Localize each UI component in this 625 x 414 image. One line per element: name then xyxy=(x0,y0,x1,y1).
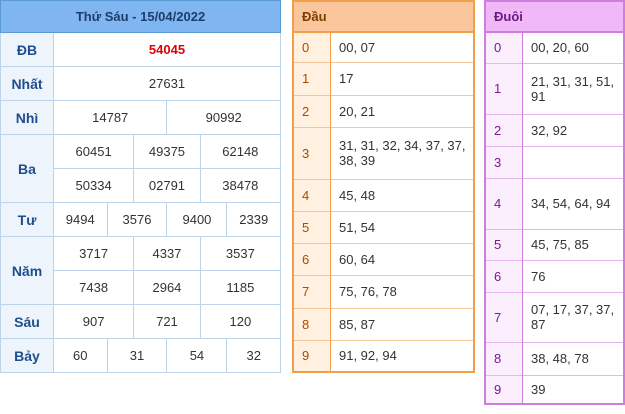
prize-label-nhat: Nhất xyxy=(0,66,54,101)
dau-key: 5 xyxy=(293,210,331,243)
dau-values: 31, 31, 32, 34, 37, 37, 38, 39 xyxy=(330,126,474,179)
prize-bay-value: 60 xyxy=(53,338,108,373)
prize-ba-value: 02791 xyxy=(133,168,201,203)
dau-header: Đầu xyxy=(293,1,474,33)
duoi-key: 5 xyxy=(485,228,523,260)
duoi-values: 07, 17, 37, 37, 87 xyxy=(522,291,624,342)
prize-nam-value: 3717 xyxy=(52,236,135,271)
prize-tu-value: 3576 xyxy=(106,202,168,237)
dau-table: Đầu 0 00, 07 1 17 2 20, 21 3 31, 31, 32, 34,… xyxy=(292,0,475,373)
prize-nam-value: 1185 xyxy=(199,270,282,305)
duoi-key: 2 xyxy=(485,113,523,146)
results-table: Thứ Sáu - 15/04/2022 ĐB 54045 Nhất 27631… xyxy=(0,0,282,373)
prize-bay-value: 32 xyxy=(226,338,281,373)
prize-nam-value: 3537 xyxy=(199,236,282,271)
prize-ba-value: 50334 xyxy=(52,168,135,203)
dau-values: 20, 21 xyxy=(330,94,474,127)
prize-nam-value: 2964 xyxy=(133,270,201,305)
duoi-values: 38, 48, 78 xyxy=(522,341,624,375)
prize-label-nam: Năm xyxy=(0,236,54,305)
duoi-values: 00, 20, 60 xyxy=(522,31,624,63)
duoi-key: 6 xyxy=(485,259,523,292)
dau-values: 60, 64 xyxy=(330,242,474,275)
dau-key: 8 xyxy=(293,307,331,340)
dau-key: 0 xyxy=(293,31,331,62)
duoi-table: Đuôi 0 00, 20, 60 1 21, 31, 31, 51, 91 2 32… xyxy=(484,0,625,405)
prize-sau-value: 120 xyxy=(199,304,282,339)
prize-label-bay: Bảy xyxy=(0,338,54,373)
prize-sau-value: 721 xyxy=(133,304,201,339)
duoi-values: 45, 75, 85 xyxy=(522,228,624,260)
prize-ba-value: 62148 xyxy=(199,134,282,169)
prize-nam-value: 7438 xyxy=(52,270,135,305)
dau-key: 2 xyxy=(293,94,331,127)
dau-key: 3 xyxy=(293,126,331,179)
duoi-values: 34, 54, 64, 94 xyxy=(522,177,624,229)
duoi-key: 9 xyxy=(485,374,523,404)
prize-label-tu: Tư xyxy=(0,202,54,237)
dau-key: 1 xyxy=(293,61,331,95)
duoi-header: Đuôi xyxy=(485,1,624,33)
prize-nhat-value: 27631 xyxy=(53,66,281,101)
duoi-values xyxy=(522,145,624,178)
prize-label-sau: Sáu xyxy=(0,304,54,339)
prize-label-ba: Ba xyxy=(0,134,54,203)
duoi-values: 39 xyxy=(522,374,624,404)
results-date-header: Thứ Sáu - 15/04/2022 xyxy=(0,0,281,33)
dau-key: 7 xyxy=(293,274,331,308)
duoi-values: 76 xyxy=(522,259,624,292)
dau-values: 91, 92, 94 xyxy=(330,339,474,372)
prize-nam-value: 4337 xyxy=(133,236,201,271)
prize-ba-value: 49375 xyxy=(133,134,201,169)
prize-tu-value: 2339 xyxy=(226,202,281,237)
duoi-key: 8 xyxy=(485,341,523,375)
prize-bay-value: 54 xyxy=(166,338,228,373)
prize-sau-value: 907 xyxy=(52,304,135,339)
duoi-key: 3 xyxy=(485,145,523,178)
prize-label-nhi: Nhì xyxy=(0,100,54,135)
prize-tu-value: 9400 xyxy=(166,202,228,237)
dau-values: 85, 87 xyxy=(330,307,474,340)
prize-nhi-value: 90992 xyxy=(166,100,281,135)
dau-values: 00, 07 xyxy=(330,31,474,62)
prize-ba-value: 38478 xyxy=(199,168,282,203)
dau-key: 4 xyxy=(293,178,331,211)
dau-values: 17 xyxy=(330,61,474,95)
duoi-key: 7 xyxy=(485,291,523,342)
prize-nhi-value: 14787 xyxy=(52,100,168,135)
dau-values: 45, 48 xyxy=(330,178,474,211)
prize-db-value: 54045 xyxy=(53,32,281,67)
prize-label-db: ĐB xyxy=(0,32,54,67)
dau-values: 51, 54 xyxy=(330,210,474,243)
duoi-key: 1 xyxy=(485,62,523,114)
duoi-values: 32, 92 xyxy=(522,113,624,146)
prize-bay-value: 31 xyxy=(106,338,168,373)
prize-ba-value: 60451 xyxy=(52,134,135,169)
duoi-key: 4 xyxy=(485,177,523,229)
dau-key: 9 xyxy=(293,339,331,372)
duoi-values: 21, 31, 31, 51, 91 xyxy=(522,62,624,114)
dau-values: 75, 76, 78 xyxy=(330,274,474,308)
dau-key: 6 xyxy=(293,242,331,275)
duoi-key: 0 xyxy=(485,31,523,63)
prize-tu-value: 9494 xyxy=(53,202,108,237)
